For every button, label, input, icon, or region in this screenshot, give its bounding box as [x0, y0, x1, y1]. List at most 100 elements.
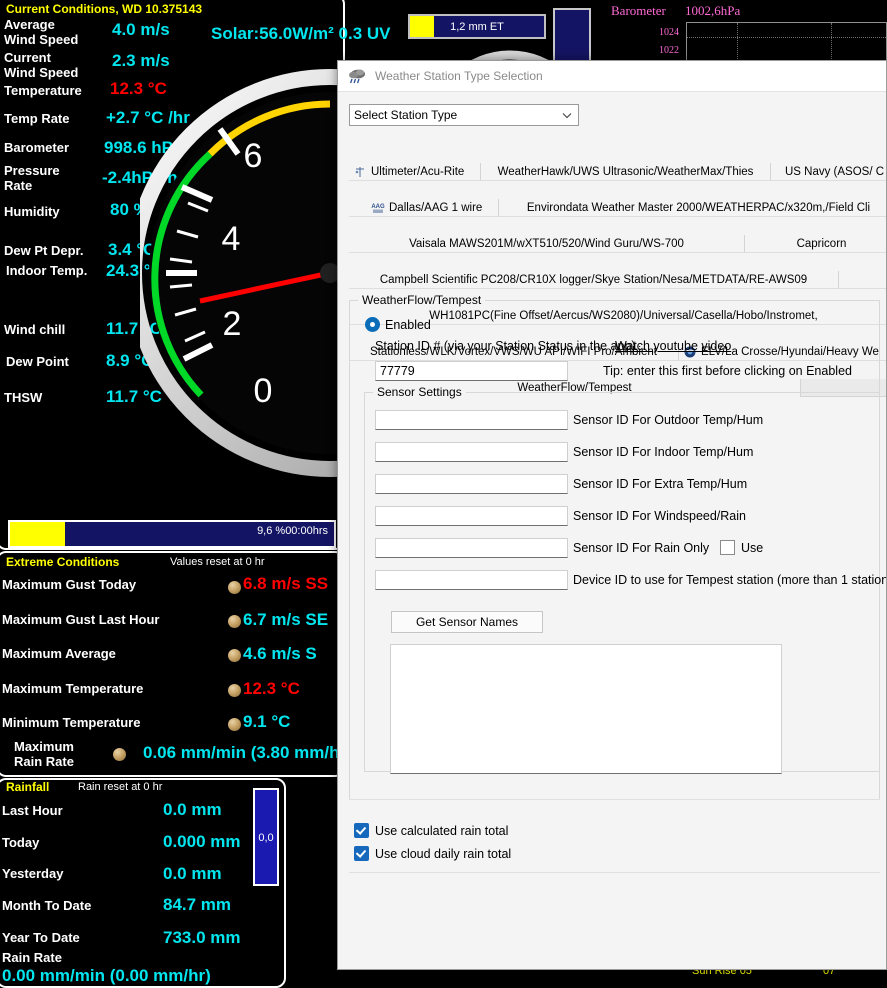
wind-direction-gauge: 6 4 2 0: [140, 35, 345, 505]
tab-row4-filler[interactable]: [839, 271, 886, 289]
rain-label-yesterday: Yesterday: [2, 866, 64, 881]
tab-ultimeter-acu-rite[interactable]: Ultimeter/Acu-Rite: [349, 163, 481, 181]
ex-label-min-temperature: Minimum Temperature: [2, 715, 141, 730]
rain-value-yesterday: 0.0 mm: [163, 864, 222, 883]
rain-rate-value: 0.00 mm/min (0.00 mm/hr): [2, 966, 211, 985]
use-calculated-rain-total-checkbox[interactable]: [354, 823, 369, 838]
tab-weatherhawk-uws[interactable]: WeatherHawk/UWS Ultrasonic/WeatherMax/Th…: [481, 163, 771, 181]
tab-environdata-weather-master[interactable]: Environdata Weather Master 2000/WEATHERP…: [499, 199, 886, 217]
enabled-radio-button[interactable]: [365, 317, 380, 332]
ex-bullet-4: [228, 718, 241, 731]
device-id-tempest-input[interactable]: [375, 570, 568, 590]
rain-label-month-to-date: Month To Date: [2, 898, 92, 913]
tab-capricorn[interactable]: Capricorn: [745, 235, 886, 253]
rainfall-gauge-bar: 0,0: [253, 788, 279, 886]
station-type-tabs: Ultimeter/Acu-Rite WeatherHawk/UWS Ultra…: [349, 163, 886, 397]
rain-value-today: 0.000 mm: [163, 832, 241, 851]
ex-label-max-gust-last-hour: Maximum Gust Last Hour: [2, 612, 160, 627]
rain-rate-label: Rain Rate: [2, 950, 62, 965]
dialog-title: Weather Station Type Selection: [375, 69, 543, 83]
ex-bullet-0: [228, 581, 241, 594]
station-id-label: Station ID # (via your Station Status in…: [375, 339, 636, 353]
use-calculated-rain-total-row[interactable]: Use calculated rain total: [354, 823, 508, 838]
station-type-combobox-value: Select Station Type: [354, 108, 458, 122]
ex-bullet-2: [228, 649, 241, 662]
ex-label-max-rain-rate: Maximum Rain Rate: [14, 739, 74, 769]
cc-label-temperature: Temperature: [4, 83, 82, 98]
station-id-tip: Tip: enter this first before clicking on…: [603, 364, 852, 378]
sensor-names-results-box[interactable]: [390, 644, 782, 774]
rain-only-use-checkbox-row[interactable]: Use: [720, 540, 763, 555]
rainfall-title: Rainfall: [6, 780, 50, 794]
tab-dallas-aag-1-wire[interactable]: AAG Dallas/AAG 1 wire: [349, 199, 499, 217]
use-cloud-daily-rain-total-row[interactable]: Use cloud daily rain total: [354, 846, 511, 861]
extreme-conditions-title: Extreme Conditions: [6, 555, 120, 569]
ex-bullet-5: [113, 748, 126, 761]
cc-label-thsw: THSW: [4, 390, 43, 405]
watch-youtube-video-link[interactable]: Watch youtube video: [615, 339, 731, 353]
tab-campbell-scientific[interactable]: Campbell Scientific PC208/CR10X logger/S…: [349, 271, 839, 289]
rainfall-subtitle: Rain reset at 0 hr: [78, 781, 163, 793]
cc-label-barometer: Barometer: [4, 140, 70, 155]
tab-label: Campbell Scientific PC208/CR10X logger/S…: [379, 273, 808, 286]
aag-icon: AAG: [371, 201, 385, 215]
et-bar: 1,2 mm ET: [408, 14, 546, 39]
use-cloud-daily-rain-total-checkbox[interactable]: [354, 846, 369, 861]
station-tab-row: Vaisala MAWS201M/wXT510/520/Wind Guru/WS…: [349, 235, 886, 253]
sensor-id-indoor-temp-hum-input[interactable]: [375, 442, 568, 462]
tab-vaisala-maws201m[interactable]: Vaisala MAWS201M/wXT510/520/Wind Guru/WS…: [349, 235, 745, 253]
station-id-input[interactable]: 77779: [375, 361, 568, 381]
station-type-combobox[interactable]: Select Station Type: [349, 104, 579, 126]
tab-label: Capricorn: [796, 237, 847, 250]
baro-gridline-v1: [737, 23, 738, 61]
ex-label-max-gust-today: Maximum Gust Today: [2, 577, 137, 592]
humidity-progress-fill: [10, 522, 66, 546]
rain-value-month-to-date: 84.7 mm: [163, 895, 232, 914]
cc-label-dew-point: Dew Point: [6, 354, 69, 369]
sensor-id-rain-only-input[interactable]: [375, 538, 568, 558]
barometer-plot-area: [686, 22, 887, 62]
cc-label-temp-rate: Temp Rate: [4, 111, 70, 126]
dialog-separator: [349, 799, 880, 800]
humidity-progress-bar: 9,6 %00:00hrs: [8, 520, 336, 548]
dialog-body: Select Station Type Ultimeter/Acu-Rite W…: [338, 91, 886, 969]
ex-value-max-gust-last-hour: 6.7 m/s SE: [243, 610, 329, 629]
sensor-id-extra-temp-hum-input[interactable]: [375, 474, 568, 494]
sensor-id-windspeed-rain-input[interactable]: [375, 506, 568, 526]
sensor-settings-legend: Sensor Settings: [373, 385, 466, 399]
gauge-tick-0: 0: [254, 372, 273, 410]
ex-value-max-rain-rate: 0.06 mm/min (3.80 mm/hr): [143, 743, 352, 762]
cc-label-pressure-rate: Pressure Rate: [4, 163, 60, 193]
sensor-id-windspeed-rain-label: Sensor ID For Windspeed/Rain: [573, 509, 746, 523]
get-sensor-names-button[interactable]: Get Sensor Names: [391, 611, 543, 633]
sensor-id-outdoor-temp-hum-input[interactable]: [375, 410, 568, 430]
ex-label-max-temperature: Maximum Temperature: [2, 681, 144, 696]
weather-station-type-selection-dialog: Weather Station Type Selection Select St…: [337, 60, 887, 970]
station-tab-row: Ultimeter/Acu-Rite WeatherHawk/UWS Ultra…: [349, 163, 886, 181]
barometer-graph-value: 1002,6hPa: [685, 3, 741, 18]
ultimeter-icon: [353, 165, 367, 179]
tab-label: WeatherHawk/UWS Ultrasonic/WeatherMax/Th…: [497, 165, 754, 178]
dialog-bottom-separator: [349, 872, 880, 873]
tab-label: Environdata Weather Master 2000/WEATHERP…: [526, 201, 871, 214]
station-tab-row: Campbell Scientific PC208/CR10X logger/S…: [349, 271, 886, 289]
current-conditions-title: Current Conditions, WD 10.375143: [6, 2, 203, 16]
tab-us-navy-asos[interactable]: US Navy (ASOS/ C: [771, 163, 886, 181]
tab-label: Vaisala MAWS201M/wXT510/520/Wind Guru/WS…: [409, 237, 684, 250]
ex-value-max-average: 4.6 m/s S: [243, 644, 317, 663]
rain-only-use-checkbox[interactable]: [720, 540, 735, 555]
rain-label-year-to-date: Year To Date: [2, 930, 80, 945]
rainfall-gauge-value: 0,0: [258, 832, 274, 844]
gauge-tick-2: 2: [223, 305, 242, 343]
weatherflow-tempest-legend: WeatherFlow/Tempest: [358, 293, 486, 307]
cc-label-avg-wind: Average Wind Speed: [4, 17, 79, 47]
ex-bullet-1: [228, 615, 241, 628]
enabled-radio-row[interactable]: Enabled: [365, 317, 431, 332]
et-bar-label: 1,2 mm ET: [450, 20, 504, 33]
enabled-radio-label: Enabled: [385, 317, 431, 332]
ex-bullet-3: [228, 684, 241, 697]
rain-value-last-hour: 0.0 mm: [163, 800, 222, 819]
sensor-id-rain-only-label: Sensor ID For Rain Only: [573, 541, 710, 555]
baro-gridline-h1: [687, 37, 886, 38]
rain-value-year-to-date: 733.0 mm: [163, 928, 241, 947]
